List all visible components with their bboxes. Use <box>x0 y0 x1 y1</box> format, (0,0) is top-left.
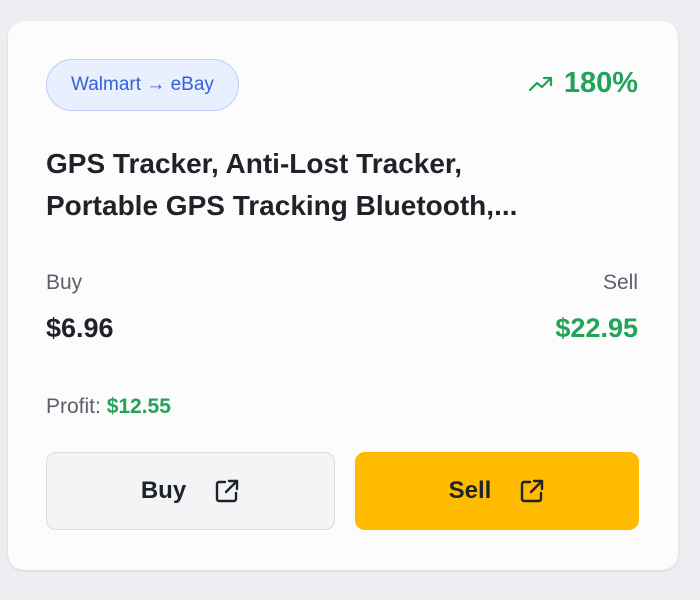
external-link-icon <box>215 479 239 503</box>
buy-price-label: Buy <box>46 271 83 294</box>
profit-percent: 180% <box>563 67 638 99</box>
sell-price-label: Sell <box>602 271 638 294</box>
product-title-line-2: Portable GPS Tracking Bluetooth,... <box>46 190 518 221</box>
profit-value: $12.55 <box>106 395 171 418</box>
external-link-icon <box>521 479 544 503</box>
arbitrage-card: Walmart → eBay 180% GPS Tracker, Anti-Lo… <box>8 21 678 570</box>
sell-button[interactable]: Sell <box>355 452 639 530</box>
trending-up-icon <box>528 76 552 91</box>
product-title: GPS Tracker, Anti-Lost Tracker, Portable… <box>46 143 656 227</box>
buy-button[interactable]: Buy <box>46 452 335 530</box>
sell-price: $22.95 <box>555 313 638 343</box>
profit-label: Profit: <box>46 395 107 418</box>
product-title-line-1: GPS Tracker, Anti-Lost Tracker, <box>46 148 463 179</box>
profit-percent-indicator: 180% <box>528 67 638 100</box>
sell-button-label: Sell <box>448 477 492 504</box>
route-badge: Walmart → eBay <box>46 59 239 111</box>
route-label: Walmart → eBay <box>71 74 214 95</box>
buy-price: $6.96 <box>46 313 114 343</box>
buy-button-label: Buy <box>140 477 187 504</box>
profit-row: Profit: $12.55 <box>46 395 171 419</box>
